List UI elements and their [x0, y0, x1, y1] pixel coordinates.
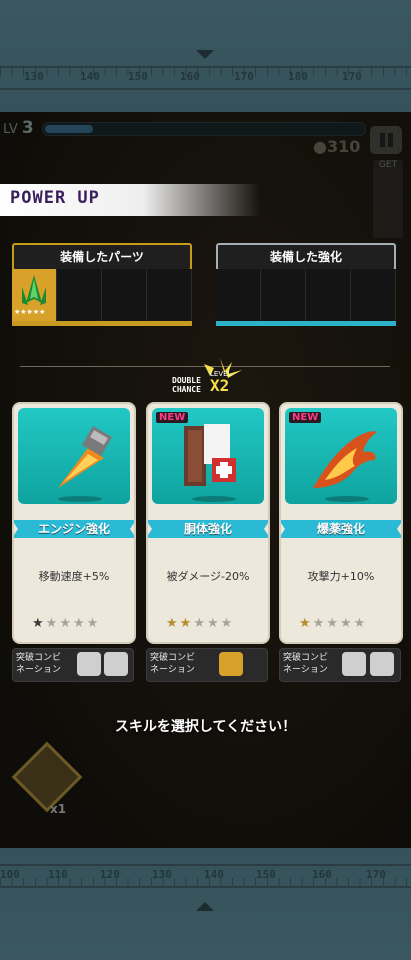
multiplier-label: X2 — [210, 376, 230, 395]
equipped-parts-panel: 装備したパーツ ★★★★★ — [12, 243, 194, 333]
star-icon: ★ — [72, 616, 87, 631]
ruler-label: 160 — [180, 70, 200, 83]
skill-card-explosive[interactable]: NEW 爆薬強化 攻撃力+10% ★★★★★ — [279, 402, 403, 644]
part-slot-1[interactable]: ★★★★★ — [12, 269, 57, 321]
card-stars: ★★★★★ — [166, 616, 234, 631]
powerup-title: POWER UP — [10, 188, 100, 208]
ruler-label: 100 — [0, 868, 20, 881]
star-icon: ★ — [299, 616, 313, 631]
star-icon: ★ — [59, 616, 73, 631]
ruler-label: 160 — [312, 868, 332, 881]
new-badge: NEW — [289, 412, 322, 423]
star-icon: ★ — [32, 616, 46, 631]
card-description: 攻撃力+10% — [307, 570, 375, 583]
star-icon: ★ — [220, 616, 235, 631]
new-badge: NEW — [156, 412, 189, 423]
skill-card-engine[interactable]: エンジン強化 移動速度+5% ★★★★★ — [12, 402, 136, 644]
ruler-label: 120 — [100, 868, 120, 881]
star-icon: ★ — [45, 616, 60, 631]
panel-underline — [12, 321, 192, 326]
boost-slot-3[interactable] — [306, 269, 351, 321]
card-stars: ★★★★★ — [32, 616, 100, 631]
star-icon: ★ — [326, 616, 340, 631]
star-icon: ★ — [339, 616, 354, 631]
star-icon: ★ — [353, 616, 368, 631]
marker-up-icon — [196, 902, 214, 911]
card-art — [18, 408, 130, 504]
bomb-count: x1 — [50, 802, 67, 816]
combo-box-engine: 突破コンビ ネーション — [12, 648, 134, 682]
fighter-part-icon — [342, 652, 366, 676]
ruler-label: 180 — [288, 70, 308, 83]
jet-part-icon — [104, 652, 128, 676]
lightning-part-icon — [77, 652, 101, 676]
equipped-parts-header: 装備したパーツ — [12, 243, 192, 271]
ruler-label: 130 — [24, 70, 44, 83]
star-icon: ★ — [206, 616, 221, 631]
panel-underline — [216, 321, 396, 326]
part-stars: ★★★★★ — [14, 308, 46, 316]
boost-slot-4[interactable] — [351, 269, 396, 321]
bottom-ruler: 100 110 120 130 140 150 160 170 — [0, 848, 411, 960]
card-name: 爆薬強化 — [281, 520, 401, 538]
gear-part-icon — [370, 652, 394, 676]
top-ruler: 130 140 150 160 170 180 170 — [0, 0, 411, 112]
card-name: 胴体強化 — [148, 520, 268, 538]
boost-slot-2[interactable] — [261, 269, 306, 321]
card-art: NEW — [285, 408, 397, 504]
ruler-label: 110 — [48, 868, 68, 881]
ruler-label: 140 — [80, 70, 100, 83]
ruler-label: 130 — [152, 868, 172, 881]
double-chance-label: DOUBLE CHANCE — [172, 376, 201, 394]
combo-label: 突破コンビ ネーション — [283, 653, 329, 675]
ruler-label: 170 — [366, 868, 386, 881]
powerup-banner: POWER UP — [0, 184, 260, 216]
star-icon: ★ — [86, 616, 101, 631]
part-slot-3[interactable] — [102, 269, 147, 321]
skill-card-body[interactable]: NEW 胴体強化 被ダメージ-20% ★★★★★ — [146, 402, 270, 644]
engine-thruster-icon — [58, 425, 113, 488]
star-icon: ★ — [193, 616, 207, 631]
marker-down-icon — [196, 50, 214, 59]
card-description: 移動速度+5% — [38, 570, 110, 583]
ruler-label: 170 — [342, 70, 362, 83]
ruler-label: 140 — [204, 868, 224, 881]
card-stars: ★★★★★ — [299, 616, 367, 631]
boost-slot-1[interactable] — [216, 269, 261, 321]
card-name: エンジン強化 — [14, 520, 134, 538]
double-chance-badge: DOUBLE CHANCE LEVEL X2 — [170, 358, 250, 402]
card-description: 被ダメージ-20% — [166, 570, 250, 583]
equipped-parts-slots: ★★★★★ — [12, 269, 192, 321]
combo-box-body: 突破コンビ ネーション — [146, 648, 268, 682]
equipped-boosts-header: 装備した強化 — [216, 243, 396, 271]
ruler-label: 170 — [234, 70, 254, 83]
star-icon: ★ — [166, 616, 180, 631]
card-art: NEW — [152, 408, 264, 504]
star-icon: ★ — [179, 616, 194, 631]
part-slot-2[interactable] — [57, 269, 102, 321]
equipped-boosts-panel: 装備した強化 — [216, 243, 398, 333]
combo-label: 突破コンビ ネーション — [150, 653, 196, 675]
select-skill-prompt: スキルを選択してください！ — [114, 719, 297, 735]
wing-part-icon — [219, 652, 243, 676]
ruler-label: 150 — [128, 70, 148, 83]
combo-label: 突破コンビ ネーション — [16, 653, 62, 675]
combo-box-explosive: 突破コンビ ネーション — [279, 648, 401, 682]
star-icon: ★ — [312, 616, 327, 631]
part-slot-4[interactable] — [147, 269, 192, 321]
ruler-label: 150 — [256, 868, 276, 881]
equipped-boosts-slots — [216, 269, 396, 321]
